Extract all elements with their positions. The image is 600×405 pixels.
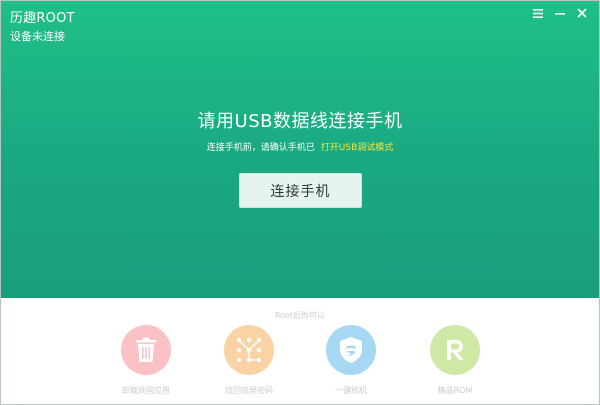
app-window: 历趣ROOT 设备未连接 请用USB数据线连接手机 连接手机前，请确认手机已 打… (0, 0, 600, 405)
hint-text: 连接手机前，请确认手机已 (206, 143, 315, 153)
shield-icon (340, 337, 362, 363)
usb-debug-link[interactable]: 打开USB调试模式 (321, 143, 393, 153)
feature-circle[interactable] (326, 325, 376, 375)
feature-uninstall-apps[interactable]: 卸载顽固应用 (106, 325, 186, 396)
connect-hint: 连接手机前，请确认手机已 打开USB调试模式 (1, 140, 599, 153)
feature-label: 找回锁屏密码 (225, 386, 273, 395)
connect-headline: 请用USB数据线连接手机 (197, 111, 403, 132)
menu-icon (533, 8, 543, 18)
close-icon (577, 8, 587, 18)
close-button[interactable] (571, 4, 593, 22)
features-title: Root后你可以 (274, 311, 326, 320)
minimize-button[interactable] (549, 4, 571, 22)
rom-r-icon (447, 340, 464, 360)
feature-circle[interactable] (430, 325, 480, 375)
feature-label: 精品ROM (437, 386, 473, 395)
minimize-icon (555, 12, 565, 15)
feature-label: 一键刷机 (335, 386, 367, 395)
app-title: 历趣ROOT (10, 11, 75, 26)
pattern-lock-icon (236, 337, 262, 363)
feature-premium-rom[interactable]: 精品ROM (415, 325, 495, 396)
feature-circle[interactable] (224, 325, 274, 375)
connection-panel: 历趣ROOT 设备未连接 请用USB数据线连接手机 连接手机前，请确认手机已 打… (1, 1, 599, 298)
feature-circle[interactable] (121, 325, 171, 375)
window-controls (527, 4, 593, 22)
trash-icon (136, 337, 156, 362)
device-status: 设备未连接 (10, 30, 65, 43)
connect-phone-button[interactable]: 连接手机 (239, 173, 362, 208)
feature-one-click-flash[interactable]: 一键刷机 (311, 325, 391, 396)
feature-label: 卸载顽固应用 (122, 386, 170, 395)
feature-recover-lock-password[interactable]: 找回锁屏密码 (209, 325, 289, 396)
menu-button[interactable] (527, 4, 549, 22)
features-panel: Root后你可以 卸载顽固应用 找回锁屏密码 一键刷机 精品ROM (1, 298, 599, 404)
